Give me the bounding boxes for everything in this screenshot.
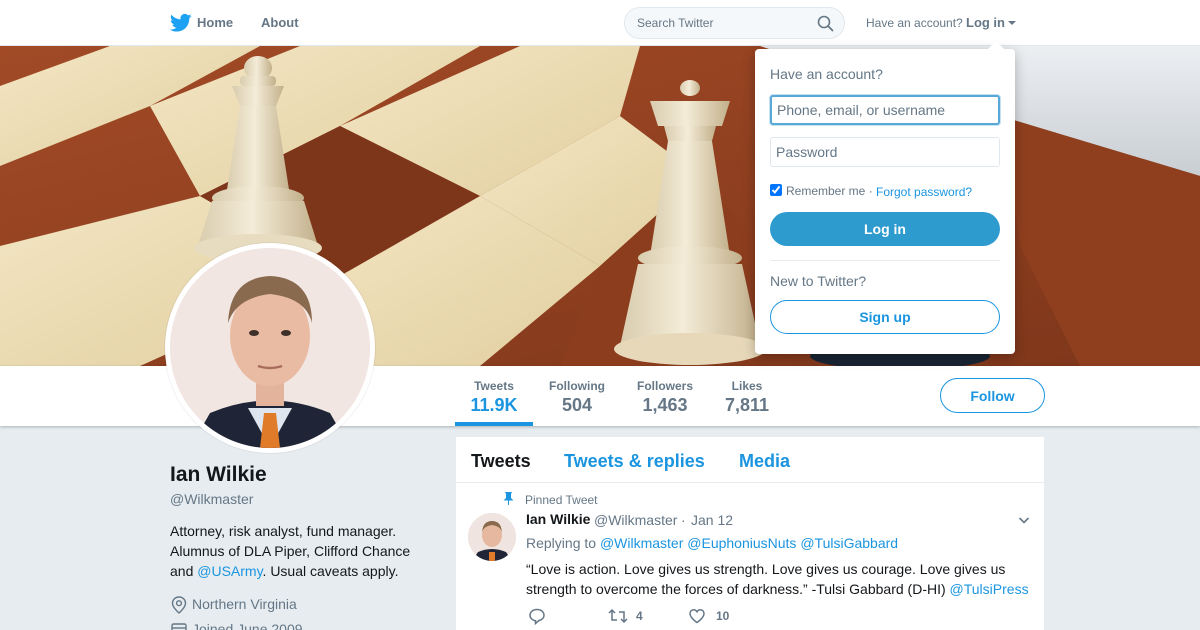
- location-text: Northern Virginia: [192, 596, 297, 612]
- reply-mention-link[interactable]: @TulsiGabbard: [800, 535, 898, 551]
- retweet-count: 4: [636, 609, 643, 623]
- signup-button[interactable]: Sign up: [770, 300, 1000, 334]
- tweet-mention-link[interactable]: @TulsiPress: [950, 581, 1029, 597]
- tweet-body: “Love is action. Love gives us strength.…: [526, 561, 1006, 597]
- stat-value: 1,463: [642, 395, 688, 415]
- top-nav: Home About Have an account? Log in: [0, 0, 1200, 46]
- dropdown-divider: [770, 260, 1000, 261]
- stat-tweets[interactable]: Tweets 11.9K: [455, 366, 533, 426]
- forgot-password-link[interactable]: Forgot password?: [876, 185, 972, 199]
- stat-likes[interactable]: Likes 7,811: [717, 366, 777, 426]
- tab-tweets-replies[interactable]: Tweets & replies: [564, 451, 705, 472]
- stat-label: Tweets: [474, 379, 514, 393]
- remember-me-label: Remember me ·: [786, 184, 873, 198]
- tab-tweets[interactable]: Tweets: [471, 451, 531, 472]
- stat-value: 7,811: [724, 395, 770, 415]
- like-count: 10: [716, 609, 730, 623]
- pinned-label: Pinned Tweet: [525, 493, 598, 507]
- stat-label: Followers: [636, 379, 693, 393]
- tab-media[interactable]: Media: [739, 451, 790, 472]
- caret-down-icon[interactable]: [1008, 21, 1016, 25]
- reply-mention-link[interactable]: @EuphoniusNuts: [687, 535, 796, 551]
- tweet-item[interactable]: Pinned Tweet Ian Wilkie @Wilkmaster · Ja…: [456, 484, 1044, 630]
- search-input[interactable]: [637, 14, 807, 32]
- password-field[interactable]: [770, 137, 1000, 167]
- stat-followers[interactable]: Followers 1,463: [630, 366, 700, 426]
- stat-value: 11.9K: [470, 395, 518, 415]
- pin-icon: [503, 492, 514, 505]
- tweet-separator: ·: [681, 512, 686, 528]
- new-to-twitter-text: New to Twitter?: [770, 273, 867, 289]
- login-dropdown: Have an account? Remember me · Forgot pa…: [755, 41, 1015, 354]
- login-dropdown-toggle[interactable]: Log in: [966, 15, 1005, 30]
- nav-home-link[interactable]: Home: [197, 15, 233, 30]
- like-action[interactable]: 10: [688, 607, 729, 625]
- login-button[interactable]: Log in: [770, 212, 1000, 246]
- have-account-text: Have an account?: [866, 16, 963, 30]
- avatar-image: [170, 248, 370, 448]
- reply-action[interactable]: [528, 607, 546, 626]
- follow-button[interactable]: Follow: [940, 378, 1045, 413]
- profile-bio: Attorney, risk analyst, fund manager. Al…: [170, 521, 430, 581]
- retweet-action[interactable]: 4: [608, 607, 643, 625]
- join-date-text: Joined June 2009: [192, 621, 303, 630]
- heart-icon: [689, 608, 705, 624]
- search-box: [624, 7, 845, 39]
- username-field[interactable]: [770, 95, 1000, 125]
- dropdown-arrow: [988, 41, 1004, 49]
- stat-value: 504: [561, 395, 593, 415]
- chevron-down-icon[interactable]: [1018, 514, 1030, 526]
- tweet-avatar[interactable]: [468, 513, 516, 561]
- search-icon[interactable]: [817, 15, 834, 32]
- timeline-tabs: Tweets Tweets & replies Media: [456, 437, 1044, 483]
- reply-mention-link[interactable]: @Wilkmaster: [600, 535, 683, 551]
- tweet-author-name[interactable]: Ian Wilkie: [526, 511, 590, 527]
- bio-text: . Usual caveats apply.: [262, 563, 399, 579]
- replying-label: Replying to: [526, 535, 597, 551]
- retweet-icon: [608, 608, 628, 624]
- profile-avatar[interactable]: [165, 243, 375, 453]
- profile-name[interactable]: Ian Wilkie: [170, 463, 267, 487]
- tweet-text: “Love is action. Love gives us strength.…: [526, 559, 1036, 599]
- nav-about-link[interactable]: About: [261, 15, 299, 30]
- location-pin-icon: [171, 596, 187, 614]
- bio-mention-link[interactable]: @USArmy: [197, 563, 262, 579]
- profile-handle[interactable]: @Wilkmaster: [170, 491, 253, 507]
- stat-label: Following: [549, 379, 605, 393]
- stat-following[interactable]: Following 504: [541, 366, 613, 426]
- dropdown-title: Have an account?: [770, 66, 883, 82]
- tweet-avatar-image: [468, 513, 516, 561]
- tweet-author-handle[interactable]: @Wilkmaster: [594, 512, 677, 528]
- tweet-date[interactable]: Jan 12: [691, 512, 733, 528]
- reply-icon: [529, 608, 545, 626]
- calendar-icon: [171, 623, 187, 630]
- twitter-bird-icon[interactable]: [170, 13, 192, 33]
- remember-me-checkbox[interactable]: [770, 184, 782, 196]
- timeline: Tweets Tweets & replies Media Pinned Twe…: [456, 437, 1044, 630]
- replying-to: Replying to @Wilkmaster @EuphoniusNuts @…: [526, 535, 898, 551]
- stat-label: Likes: [731, 379, 763, 393]
